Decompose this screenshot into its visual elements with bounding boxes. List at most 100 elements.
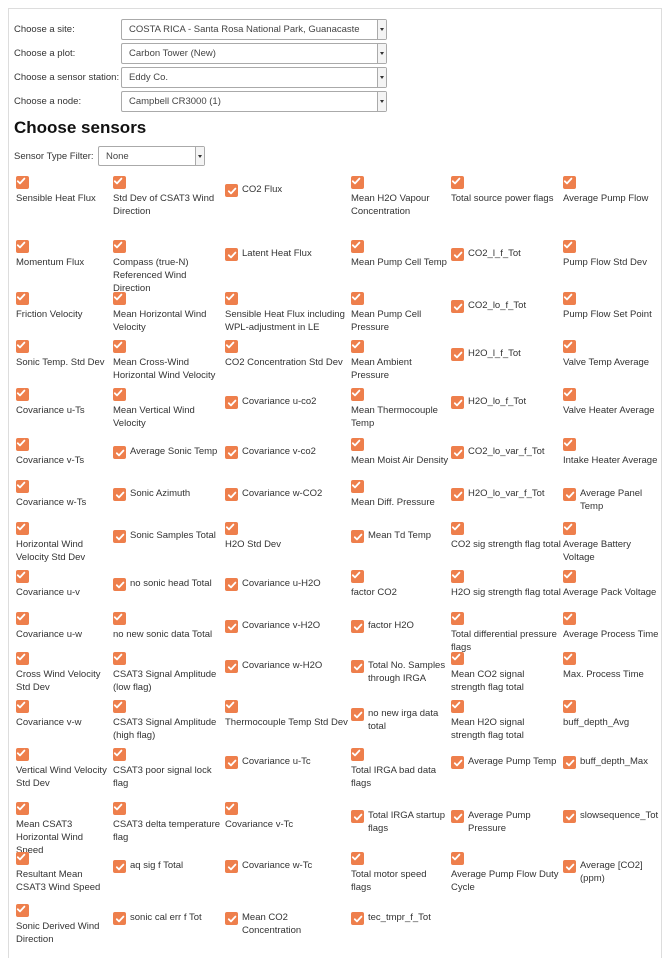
sensor-option[interactable]: Resultant Mean CSAT3 Wind Speed: [16, 852, 111, 894]
checkmark-icon[interactable]: [113, 488, 126, 501]
checkmark-icon[interactable]: [113, 700, 126, 713]
checkmark-icon[interactable]: [16, 852, 29, 865]
checkmark-icon[interactable]: [563, 570, 576, 583]
sensor-option[interactable]: Average Process Time: [563, 612, 663, 641]
checkmark-icon[interactable]: [451, 852, 464, 865]
sensor-option[interactable]: Covariance u-Tc: [225, 755, 349, 769]
checkmark-icon[interactable]: [351, 530, 364, 543]
checkmark-icon[interactable]: [451, 488, 464, 501]
sensor-option[interactable]: Covariance u-co2: [225, 395, 349, 409]
sensor-option[interactable]: no new sonic data Total: [113, 612, 223, 641]
checkmark-icon[interactable]: [351, 810, 364, 823]
checkmark-icon[interactable]: [563, 240, 576, 253]
checkmark-icon[interactable]: [16, 652, 29, 665]
sensor-option[interactable]: CO2_lo_f_Tot: [451, 299, 561, 313]
checkmark-icon[interactable]: [351, 660, 364, 673]
sensor-option[interactable]: Covariance v-H2O: [225, 619, 349, 633]
sensor-type-filter-select[interactable]: None: [98, 146, 205, 166]
checkmark-icon[interactable]: [563, 652, 576, 665]
sensor-option[interactable]: Covariance v-co2: [225, 445, 349, 459]
sensor-option[interactable]: H2O_lo_var_f_Tot: [451, 487, 561, 501]
sensor-option[interactable]: factor CO2: [351, 570, 449, 599]
checkmark-icon[interactable]: [563, 488, 576, 501]
checkmark-icon[interactable]: [113, 176, 126, 189]
sensor-option[interactable]: Mean CO2 signal strength flag total: [451, 652, 561, 694]
sensor-option[interactable]: CO2 sig strength flag total: [451, 522, 561, 551]
sensor-option[interactable]: Total No. Samples through IRGA: [351, 659, 449, 685]
sensor-option[interactable]: Mean CO2 Concentration: [225, 911, 349, 937]
checkmark-icon[interactable]: [113, 240, 126, 253]
sensor-option[interactable]: CSAT3 poor signal lock flag: [113, 748, 223, 790]
sensor-option[interactable]: Average [CO2] (ppm): [563, 859, 663, 885]
checkmark-icon[interactable]: [563, 700, 576, 713]
checkmark-icon[interactable]: [351, 852, 364, 865]
checkmark-icon[interactable]: [113, 292, 126, 305]
checkmark-icon[interactable]: [351, 748, 364, 761]
sensor-option[interactable]: Valve Temp Average: [563, 340, 663, 369]
checkmark-icon[interactable]: [451, 300, 464, 313]
checkmark-icon[interactable]: [225, 340, 238, 353]
checkmark-icon[interactable]: [16, 388, 29, 401]
checkmark-icon[interactable]: [113, 578, 126, 591]
checkmark-icon[interactable]: [563, 612, 576, 625]
sensor-option[interactable]: Mean Diff. Pressure: [351, 480, 449, 509]
sensor-option[interactable]: Friction Velocity: [16, 292, 111, 321]
sensor-option[interactable]: Total source power flags: [451, 176, 561, 205]
sensor-option[interactable]: H2O Std Dev: [225, 522, 349, 551]
sensor-option[interactable]: Std Dev of CSAT3 Wind Direction: [113, 176, 223, 218]
checkmark-icon[interactable]: [351, 292, 364, 305]
sensor-option[interactable]: Vertical Wind Velocity Std Dev: [16, 748, 111, 790]
checkmark-icon[interactable]: [563, 176, 576, 189]
sensor-option[interactable]: CO2 Concentration Std Dev: [225, 340, 349, 369]
checkmark-icon[interactable]: [113, 612, 126, 625]
sensor-option[interactable]: slowsequence_Tot: [563, 809, 663, 823]
checkmark-icon[interactable]: [225, 248, 238, 261]
sensor-option[interactable]: H2O_lo_f_Tot: [451, 395, 561, 409]
checkmark-icon[interactable]: [563, 292, 576, 305]
checkmark-icon[interactable]: [451, 248, 464, 261]
sensor-option[interactable]: factor H2O: [351, 619, 449, 633]
checkmark-icon[interactable]: [225, 700, 238, 713]
checkmark-icon[interactable]: [451, 570, 464, 583]
sensor-option[interactable]: H2O sig strength flag total: [451, 570, 561, 599]
sensor-option[interactable]: Sensible Heat Flux including WPL-adjustm…: [225, 292, 349, 334]
checkmark-icon[interactable]: [16, 176, 29, 189]
sensor-option[interactable]: Pump Flow Set Point: [563, 292, 663, 321]
sensor-option[interactable]: Mean H2O signal strength flag total: [451, 700, 561, 742]
sensor-option[interactable]: Average Pump Temp: [451, 755, 561, 769]
sensor-option[interactable]: Horizontal Wind Velocity Std Dev: [16, 522, 111, 564]
checkmark-icon[interactable]: [16, 240, 29, 253]
checkmark-icon[interactable]: [225, 860, 238, 873]
sensor-option[interactable]: Covariance u-Ts: [16, 388, 111, 417]
checkmark-icon[interactable]: [563, 438, 576, 451]
checkmark-icon[interactable]: [113, 446, 126, 459]
checkmark-icon[interactable]: [351, 240, 364, 253]
sensor-option[interactable]: tec_tmpr_f_Tot: [351, 911, 449, 925]
sensor-option[interactable]: Mean Vertical Wind Velocity: [113, 388, 223, 430]
sensor-option[interactable]: Thermocouple Temp Std Dev: [225, 700, 349, 729]
checkmark-icon[interactable]: [451, 756, 464, 769]
checkmark-icon[interactable]: [16, 480, 29, 493]
sensor-option[interactable]: buff_depth_Avg: [563, 700, 663, 729]
sensor-option[interactable]: Total motor speed flags: [351, 852, 449, 894]
sensor-option[interactable]: Covariance w-CO2: [225, 487, 349, 501]
sensor-option[interactable]: H2O_l_f_Tot: [451, 347, 561, 361]
checkmark-icon[interactable]: [16, 438, 29, 451]
checkmark-icon[interactable]: [225, 446, 238, 459]
checkmark-icon[interactable]: [16, 802, 29, 815]
checkmark-icon[interactable]: [451, 446, 464, 459]
sensor-option[interactable]: Average Panel Temp: [563, 487, 663, 513]
sensor-option[interactable]: Average Pump Flow: [563, 176, 663, 205]
checkmark-icon[interactable]: [16, 570, 29, 583]
sensor-option[interactable]: CSAT3 Signal Amplitude (high flag): [113, 700, 223, 742]
checkmark-icon[interactable]: [451, 652, 464, 665]
sensor-option[interactable]: Mean Moist Air Density: [351, 438, 449, 467]
sensor-option[interactable]: Valve Heater Average: [563, 388, 663, 417]
checkmark-icon[interactable]: [351, 570, 364, 583]
sensor-option[interactable]: Covariance u-v: [16, 570, 111, 599]
sensor-option[interactable]: Mean Cross-Wind Horizontal Wind Velocity: [113, 340, 223, 382]
sensor-option[interactable]: sonic cal err f Tot: [113, 911, 223, 925]
checkmark-icon[interactable]: [113, 340, 126, 353]
sensor-option[interactable]: Covariance u-H2O: [225, 577, 349, 591]
sensor-option[interactable]: Mean Pump Cell Pressure: [351, 292, 449, 334]
